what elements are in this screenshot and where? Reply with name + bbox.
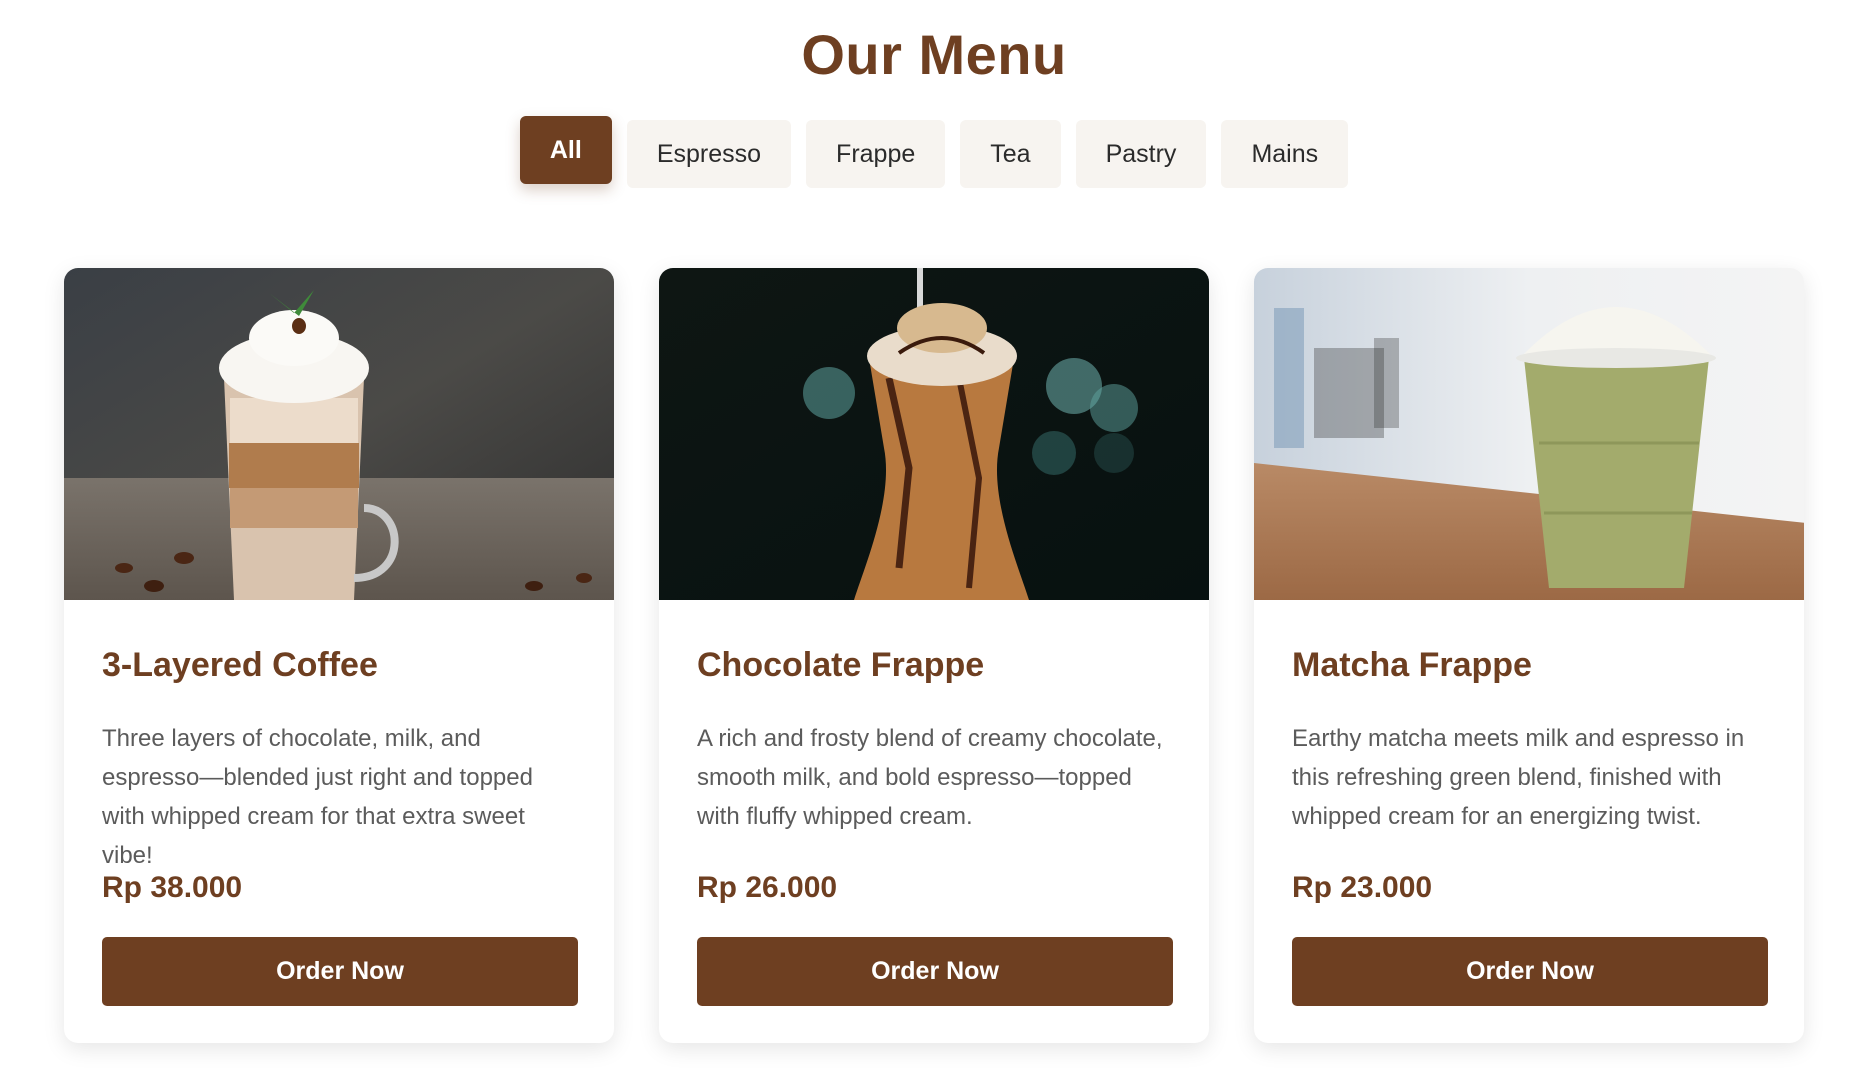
menu-item-price: Rp 38.000 [102, 871, 243, 904]
order-now-button[interactable]: Order Now [102, 937, 578, 1006]
menu-item-description: Three layers of chocolate, milk, and esp… [102, 725, 533, 869]
filter-all-button[interactable]: All [519, 116, 612, 184]
order-now-button[interactable]: Order Now [697, 937, 1173, 1006]
menu-card-grid: 3-Layered Coffee Three layers of chocola… [64, 268, 1804, 1043]
filter-mains-button[interactable]: Mains [1221, 120, 1349, 188]
page-title: Our Menu [801, 23, 1067, 86]
matcha-frappe-image [1254, 268, 1804, 600]
filter-espresso-button[interactable]: Espresso [626, 120, 792, 188]
filter-pastry-button[interactable]: Pastry [1075, 120, 1207, 188]
menu-item-name: Matcha Frappe [1292, 646, 1532, 684]
menu-item-name: 3-Layered Coffee [102, 646, 378, 684]
category-filter-bar: All Espresso Frappe Tea Pastry Mains [0, 116, 1868, 188]
menu-item-price: Rp 23.000 [1292, 871, 1433, 904]
menu-card-matcha-frappe: Matcha Frappe Earthy matcha meets milk a… [1254, 268, 1804, 1043]
order-now-button[interactable]: Order Now [1292, 937, 1768, 1006]
menu-item-name: Chocolate Frappe [697, 646, 985, 684]
menu-item-description: Earthy matcha meets milk and espresso in… [1292, 725, 1745, 830]
filter-frappe-button[interactable]: Frappe [806, 120, 946, 188]
menu-card-chocolate-frappe: Chocolate Frappe A rich and frosty blend… [659, 268, 1209, 1043]
menu-item-price: Rp 26.000 [697, 871, 838, 904]
filter-tea-button[interactable]: Tea [960, 120, 1061, 188]
chocolate-frappe-image [659, 268, 1209, 600]
layered-coffee-image [64, 268, 614, 600]
menu-item-description: A rich and frosty blend of creamy chocol… [697, 725, 1163, 830]
menu-card-layered-coffee: 3-Layered Coffee Three layers of chocola… [64, 268, 614, 1043]
